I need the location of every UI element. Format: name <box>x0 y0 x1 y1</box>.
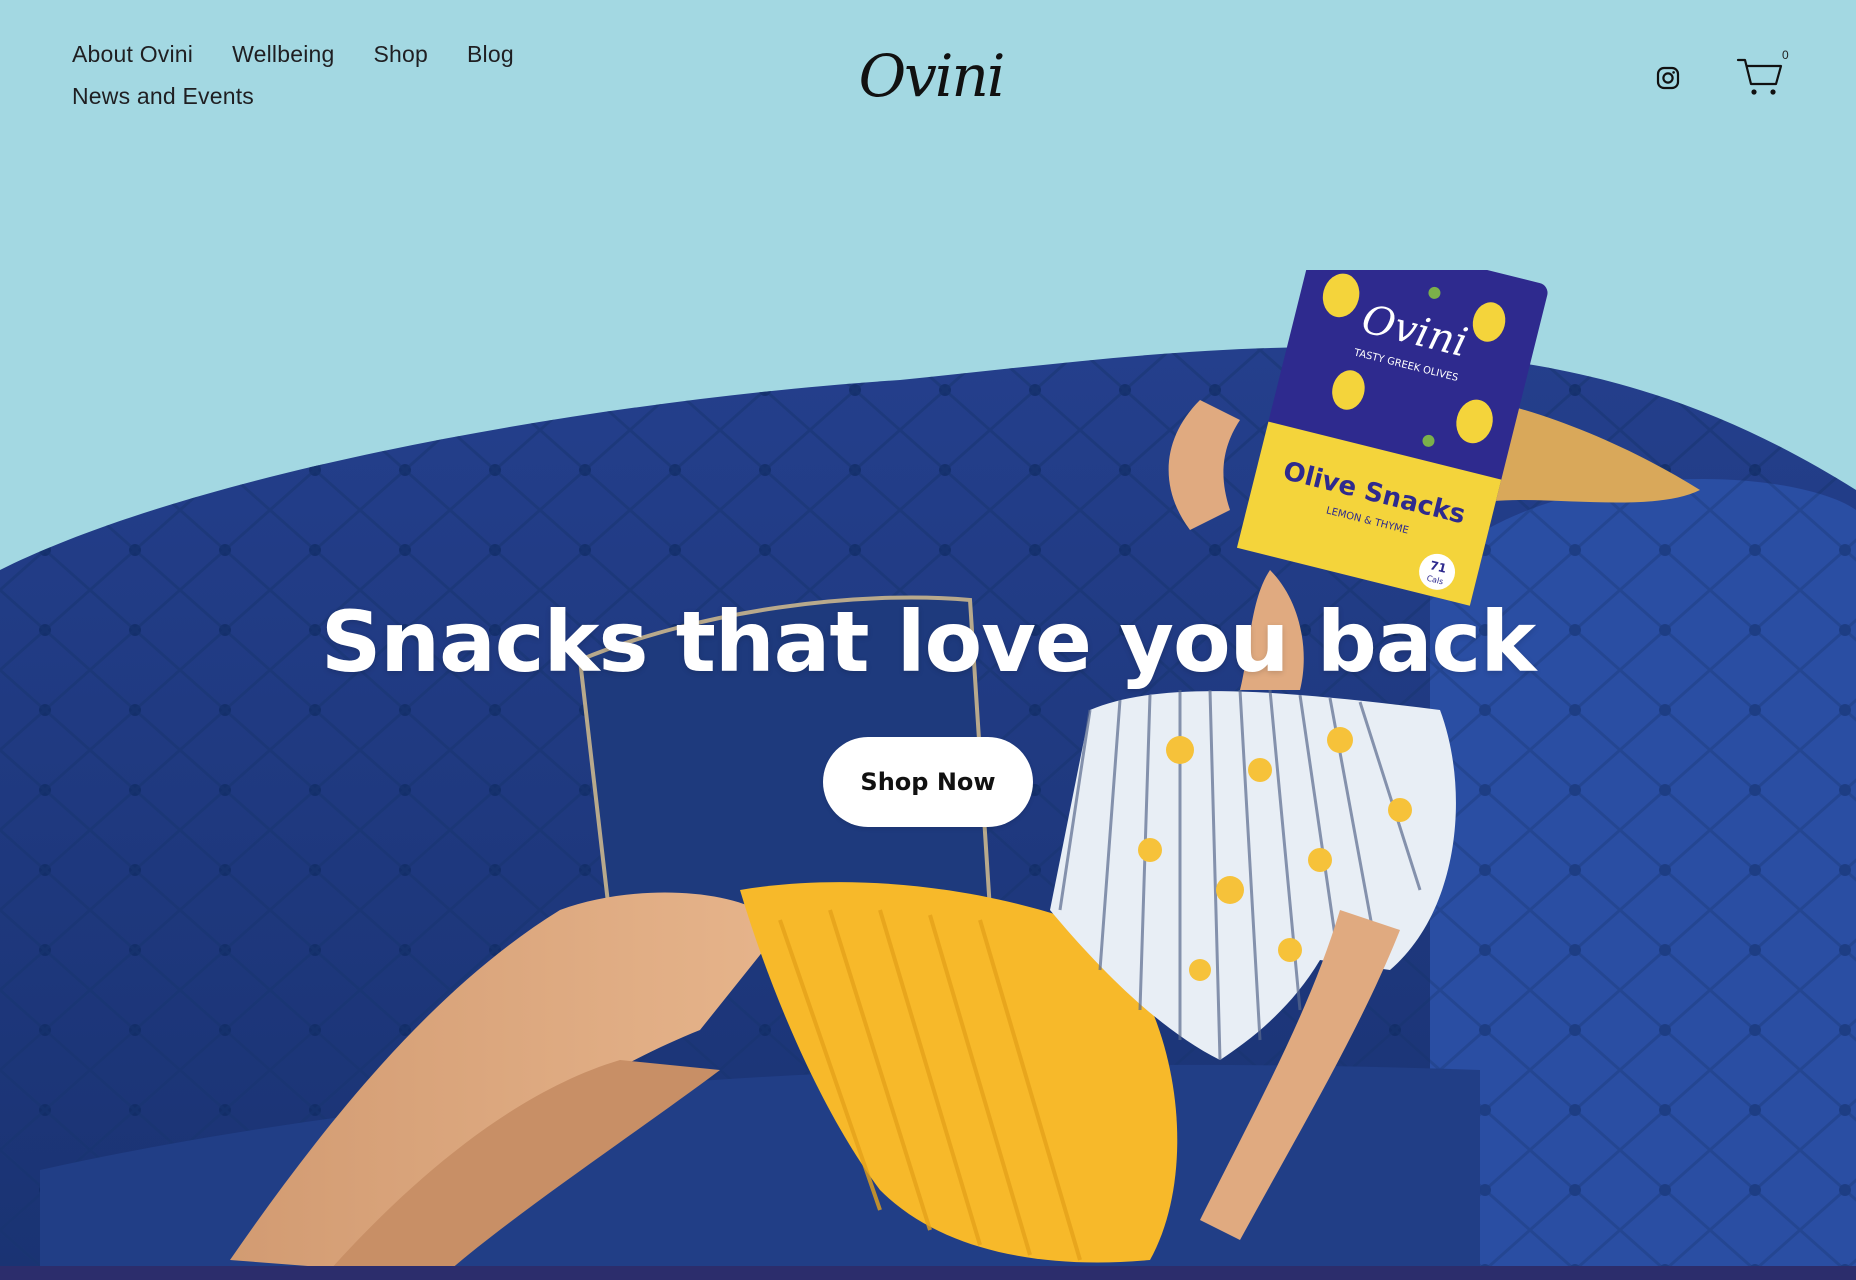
bottom-bar <box>0 1266 1856 1280</box>
shop-now-button[interactable]: Shop Now <box>823 737 1033 827</box>
nav-news-and-events[interactable]: News and Events <box>72 82 254 110</box>
cart-count-badge: 0 <box>1782 48 1789 62</box>
main-nav: About Ovini Wellbeing Shop Blog News and… <box>72 40 532 110</box>
hero-headline: Snacks that love you back <box>320 593 1536 691</box>
nav-wellbeing[interactable]: Wellbeing <box>232 40 334 68</box>
instagram-icon[interactable] <box>1656 66 1680 90</box>
logo-text: Ovini <box>858 42 1006 110</box>
nav-blog[interactable]: Blog <box>467 40 514 68</box>
nav-about-ovini[interactable]: About Ovini <box>72 40 193 68</box>
nav-shop[interactable]: Shop <box>374 40 429 68</box>
brand-logo[interactable]: Ovini <box>858 36 1006 116</box>
cart-icon[interactable] <box>1736 56 1784 98</box>
